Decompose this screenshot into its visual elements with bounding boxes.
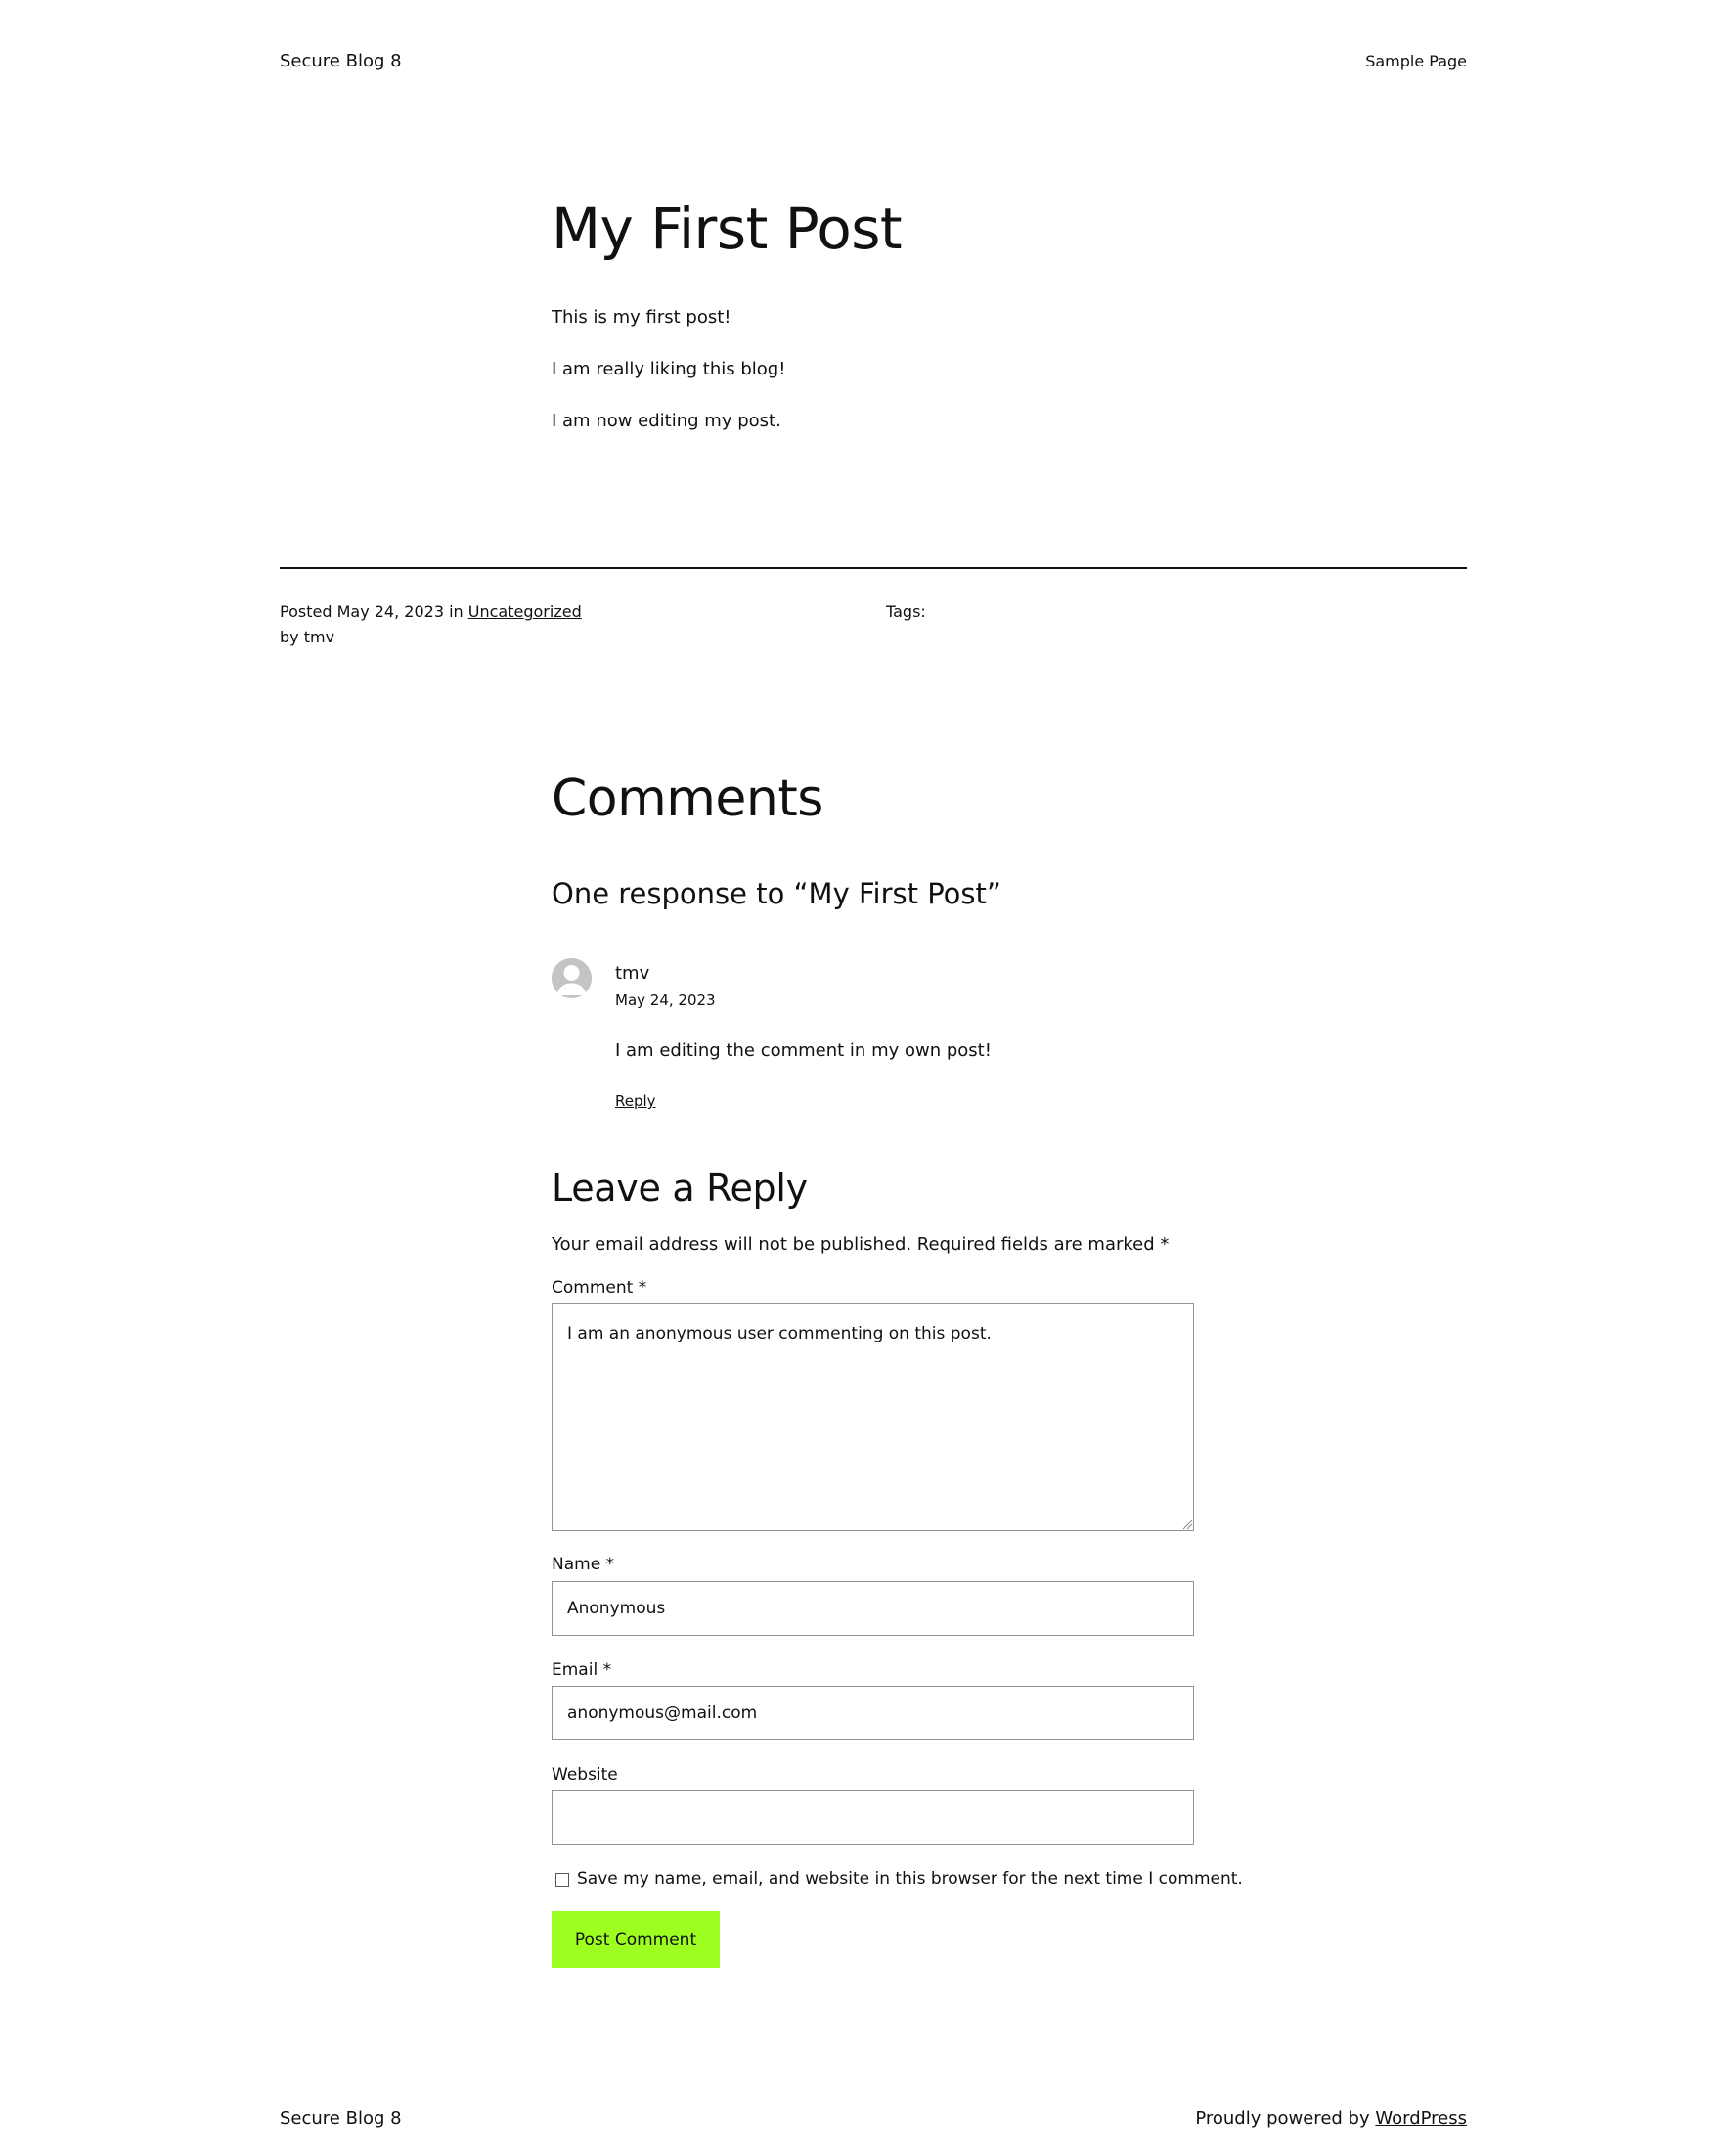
post-meta-date: Posted May 24, 2023 in Uncategorized xyxy=(280,599,582,625)
email-label: Email * xyxy=(552,1660,612,1680)
comment-author: tmv xyxy=(615,963,650,984)
tags-label: Tags: xyxy=(886,602,926,621)
nav-sample-page[interactable]: Sample Page xyxy=(1365,49,1467,74)
comments-count-heading: One response to “My First Post” xyxy=(552,877,1001,910)
name-field[interactable] xyxy=(552,1581,1194,1636)
reply-link[interactable]: Reply xyxy=(615,1090,656,1112)
post-divider xyxy=(280,567,1467,569)
save-info-checkbox[interactable] xyxy=(555,1873,569,1887)
credit-prefix: Proudly powered by xyxy=(1195,2108,1370,2129)
leave-reply-heading: Leave a Reply xyxy=(552,1166,808,1210)
post-author: tmv xyxy=(303,628,335,646)
name-label: Name * xyxy=(552,1555,615,1574)
comment-text: I am editing the comment in my own post! xyxy=(615,1040,992,1061)
post-comment-button[interactable]: Post Comment xyxy=(552,1911,720,1968)
post-paragraph: I am really liking this blog! xyxy=(552,359,786,379)
post-title: My First Post xyxy=(552,196,903,262)
post-paragraph: I am now editing my post. xyxy=(552,411,781,431)
comment-label: Comment * xyxy=(552,1278,647,1298)
avatar xyxy=(552,958,592,998)
save-info-label[interactable]: Save my name, email, and website in this… xyxy=(577,1867,1243,1892)
footer-credit: Proudly powered by WordPress xyxy=(1195,2106,1467,2132)
email-field[interactable] xyxy=(552,1686,1194,1740)
post-paragraph: This is my first post! xyxy=(552,307,731,328)
comments-heading: Comments xyxy=(552,770,823,828)
user-icon xyxy=(552,958,592,998)
comment-textarea[interactable]: I am an anonymous user commenting on thi… xyxy=(552,1303,1194,1531)
category-link[interactable]: Uncategorized xyxy=(468,602,582,621)
posted-prefix: Posted xyxy=(280,602,332,621)
wordpress-link[interactable]: WordPress xyxy=(1375,2108,1467,2129)
comment-notes: Your email address will not be published… xyxy=(552,1234,1170,1254)
comment-date[interactable]: May 24, 2023 xyxy=(615,990,716,1011)
resize-grip-icon[interactable] xyxy=(1181,1518,1193,1530)
in-label: in xyxy=(449,602,464,621)
website-field[interactable] xyxy=(552,1790,1194,1845)
website-label: Website xyxy=(552,1765,618,1784)
post-date: May 24, 2023 xyxy=(336,602,444,621)
footer-site-title[interactable]: Secure Blog 8 xyxy=(280,2106,402,2132)
post-meta-author: by tmv xyxy=(280,625,334,650)
by-label: by xyxy=(280,628,299,646)
site-title[interactable]: Secure Blog 8 xyxy=(280,49,402,74)
